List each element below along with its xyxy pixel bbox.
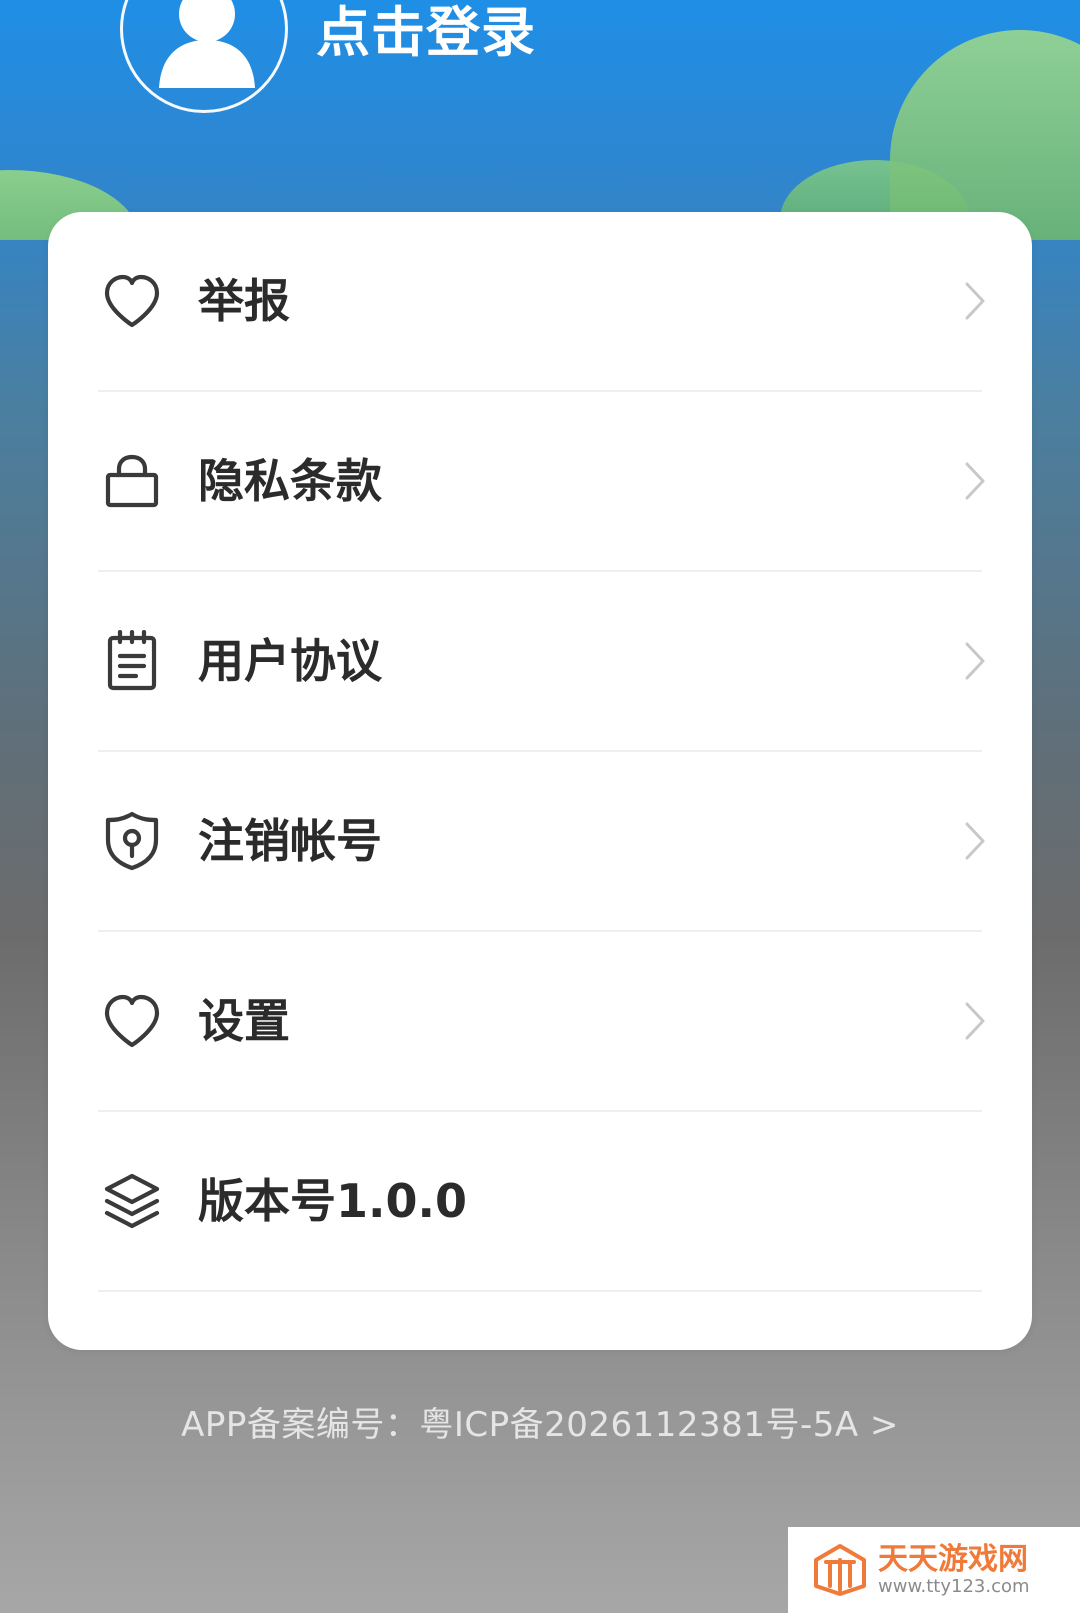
icp-link[interactable]: APP备案编号：粤ICP备2026112381号-5A > [0, 1408, 1080, 1442]
menu-item-label: 用户协议 [198, 634, 382, 688]
avatar-button[interactable] [120, 0, 288, 113]
lock-icon [100, 449, 164, 513]
menu-item-label: 版本号1.0.0 [198, 1174, 467, 1228]
layers-icon [100, 1169, 164, 1233]
menu-item-user-agreement[interactable]: 用户协议 [98, 572, 985, 752]
notepad-icon [100, 629, 164, 693]
menu-item-label: 举报 [198, 274, 290, 328]
menu-item-delete-account[interactable]: 注销帐号 [98, 752, 985, 932]
header: 点击登录 [0, 0, 1080, 240]
watermark-text: 天天游戏网 www.tty123.com [878, 1541, 1030, 1597]
watermark-url: www.tty123.com [878, 1575, 1030, 1597]
watermark-brand: 天天游戏网 [878, 1541, 1028, 1577]
menu-item-label: 隐私条款 [198, 454, 382, 508]
watermark: 天天游戏网 www.tty123.com [788, 1527, 1080, 1613]
decor-hill-right-large [890, 30, 1080, 240]
menu-item-report[interactable]: 举报 [98, 212, 985, 392]
menu-item-privacy[interactable]: 隐私条款 [98, 392, 985, 572]
chevron-right-icon [958, 638, 992, 684]
avatar-icon [159, 0, 255, 88]
shield-key-icon [100, 809, 164, 873]
login-text[interactable]: 点击登录 [316, 6, 536, 60]
menu-card: 举报 隐私条款 用户协议 注销帐号 设置 版本号1.0.0 [48, 212, 1032, 1350]
menu-item-version: 版本号1.0.0 [98, 1112, 982, 1292]
chevron-right-icon [958, 458, 992, 504]
menu-item-label: 设置 [198, 994, 290, 1048]
chevron-right-icon [958, 278, 992, 324]
chevron-right-icon [958, 998, 992, 1044]
menu-list: 举报 隐私条款 用户协议 注销帐号 设置 版本号1.0.0 [98, 212, 985, 1292]
watermark-logo-icon [812, 1542, 868, 1598]
menu-item-settings[interactable]: 设置 [98, 932, 985, 1112]
chevron-right-icon [958, 818, 992, 864]
menu-item-label: 注销帐号 [198, 814, 382, 868]
heart-icon [100, 989, 164, 1053]
heart-icon [100, 269, 164, 333]
